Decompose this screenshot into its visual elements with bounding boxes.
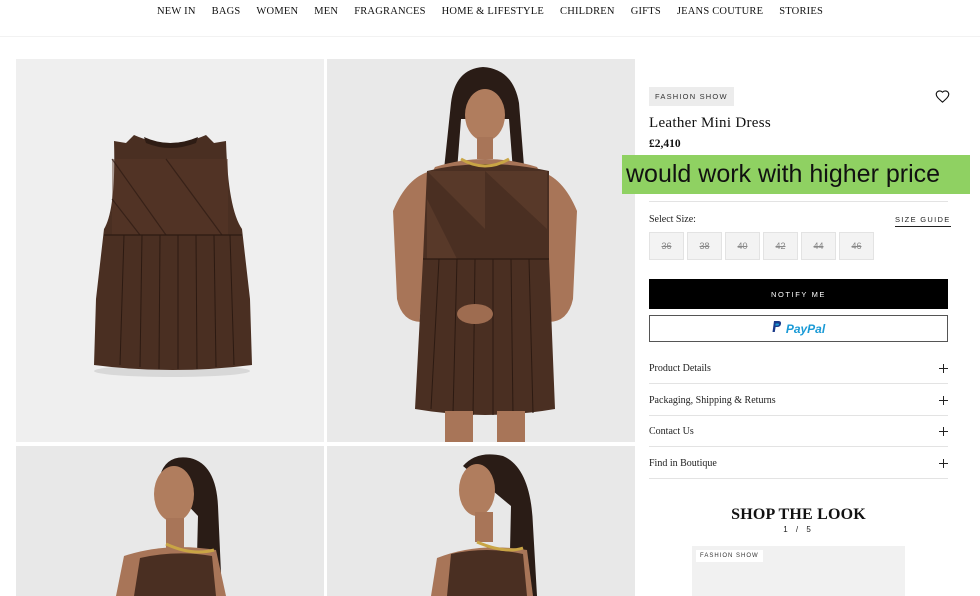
product-image-model-front[interactable]: [327, 59, 635, 442]
size-option-40[interactable]: 40: [725, 232, 760, 260]
select-size-label: Select Size:: [649, 214, 696, 225]
accordion-label: Find in Boutique: [649, 457, 717, 469]
paypal-label: PayPal: [785, 321, 826, 336]
size-selector: 36 38 40 42 44 46: [649, 232, 874, 260]
accordion-contact-us[interactable]: Contact Us: [649, 416, 948, 447]
size-option-46[interactable]: 46: [839, 232, 874, 260]
accordion-product-details[interactable]: Product Details: [649, 353, 948, 384]
accordion-packaging-shipping-returns[interactable]: Packaging, Shipping & Returns: [649, 385, 948, 416]
product-name: Leather Mini Dress: [649, 115, 772, 131]
product-image-model-back[interactable]: [16, 446, 324, 596]
size-option-42[interactable]: 42: [763, 232, 798, 260]
model-front-illustration: [393, 67, 577, 442]
model-side-illustration: [431, 454, 537, 596]
notify-me-button[interactable]: NOTIFY ME: [649, 279, 948, 309]
plus-icon: [939, 458, 948, 468]
size-option-44[interactable]: 44: [801, 232, 836, 260]
product-price: £2,410: [649, 138, 681, 150]
nav-item-jeans-couture[interactable]: JEANS COUTURE: [677, 6, 763, 36]
annotation-label: would work with higher price: [622, 155, 970, 194]
nav-item-gifts[interactable]: GIFTS: [631, 6, 661, 36]
paypal-button[interactable]: PayPal: [649, 315, 948, 342]
nav-item-home-lifestyle[interactable]: HOME & LIFESTYLE: [442, 6, 544, 36]
nav-item-fragrances[interactable]: FRAGRANCES: [354, 6, 425, 36]
accordion-find-in-boutique[interactable]: Find in Boutique: [649, 448, 948, 479]
size-option-38[interactable]: 38: [687, 232, 722, 260]
accordion-label: Contact Us: [649, 425, 694, 437]
accordion-label: Product Details: [649, 362, 711, 374]
nav-item-women[interactable]: WOMEN: [256, 6, 298, 36]
plus-icon: [939, 395, 948, 405]
size-guide-link[interactable]: SIZE GUIDE: [895, 215, 951, 227]
plus-icon: [939, 426, 948, 436]
paypal-logo-icon: [772, 320, 782, 338]
nav-item-children[interactable]: CHILDREN: [560, 6, 615, 36]
nav-divider: [0, 36, 980, 37]
wishlist-heart-icon[interactable]: [935, 89, 950, 104]
product-image-model-side[interactable]: [327, 446, 635, 596]
accordion-label: Packaging, Shipping & Returns: [649, 394, 776, 406]
collection-badge: FASHION SHOW: [649, 87, 734, 106]
model-back-illustration: [116, 457, 226, 596]
plus-icon: [939, 363, 948, 373]
top-navigation: NEW IN BAGS WOMEN MEN FRAGRANCES HOME & …: [0, 0, 980, 36]
shop-the-look-badge: FASHION SHOW: [696, 550, 763, 562]
nav-item-men[interactable]: MEN: [314, 6, 338, 36]
product-image-flat[interactable]: [16, 59, 324, 442]
nav-item-new-in[interactable]: NEW IN: [157, 6, 196, 36]
shop-the-look-title: SHOP THE LOOK: [731, 506, 866, 523]
dress-flat-illustration: [94, 135, 252, 377]
size-option-36[interactable]: 36: [649, 232, 684, 260]
nav-item-stories[interactable]: STORIES: [779, 6, 823, 36]
shop-the-look-pager: 1 / 5: [783, 525, 814, 534]
divider: [649, 201, 948, 202]
nav-item-bags[interactable]: BAGS: [212, 6, 241, 36]
